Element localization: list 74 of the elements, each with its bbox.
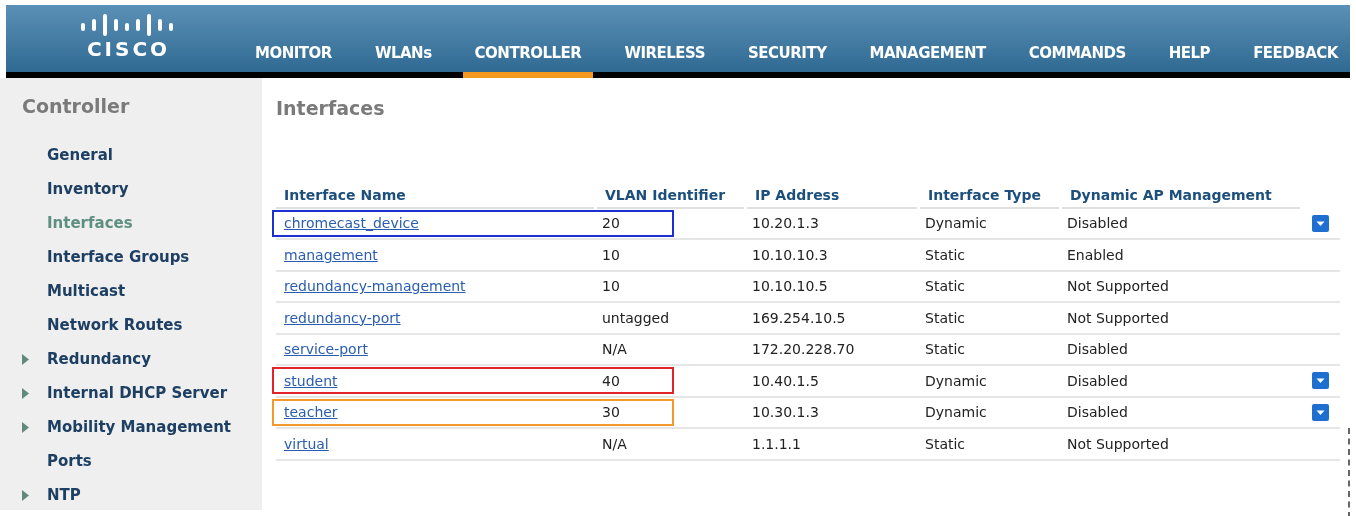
nav-tab[interactable]: HELP (1156, 41, 1223, 78)
expand-arrow-icon[interactable] (22, 422, 29, 433)
table-cell: 169.254.10.5 (752, 309, 846, 326)
column-header: Dynamic AP Management (1070, 185, 1272, 205)
table-cell: Static (925, 435, 966, 452)
interface-link[interactable]: redundancy-management (284, 278, 466, 295)
column-header: VLAN Identifier (605, 185, 726, 205)
nav-tab[interactable]: WLANs (362, 41, 444, 78)
sidebar-item[interactable]: Internal DHCP Server (47, 382, 228, 405)
table-cell: untagged (602, 309, 670, 326)
sidebar-title: Controller (22, 94, 130, 119)
table-cell: 10.10.10.5 (752, 278, 828, 295)
dropdown-icon[interactable] (1311, 214, 1329, 232)
table-cell: Not Supported (1067, 435, 1169, 452)
dropdown-icon[interactable] (1311, 403, 1329, 421)
nav-tab[interactable]: WIRELESS (612, 41, 718, 78)
sidebar-item[interactable]: Network Routes (47, 314, 183, 337)
table-cell: 10 (602, 246, 620, 263)
table-cell: 172.20.228.70 (752, 341, 855, 358)
table-cell: Disabled (1067, 372, 1128, 389)
table-cell: Static (925, 246, 966, 263)
sidebar-item[interactable]: Interface Groups (47, 246, 190, 269)
expand-arrow-icon[interactable] (22, 388, 29, 399)
logo-text: CISCO (86, 39, 171, 59)
column-header: Interface Name (284, 185, 406, 205)
table-cell: Dynamic (925, 372, 987, 389)
page-title: Interfaces (276, 96, 385, 121)
interface-link[interactable]: virtual (284, 435, 329, 452)
nav-tab[interactable]: CONTROLLER (462, 41, 594, 78)
interface-link[interactable]: management (284, 246, 378, 263)
sidebar-item[interactable]: Inventory (47, 178, 129, 201)
nav-tab[interactable]: MONITOR (243, 41, 344, 78)
sidebar-item[interactable]: Redundancy (47, 348, 152, 371)
table-cell: 30 (602, 404, 620, 421)
table-cell: 20 (602, 215, 620, 232)
table-cell: 40 (602, 372, 620, 389)
nav-tab[interactable]: MANAGEMENT (857, 41, 998, 78)
sidebar-item[interactable]: Ports (47, 450, 92, 473)
table-cell: Disabled (1067, 404, 1128, 421)
table-cell: Not Supported (1067, 309, 1169, 326)
table-cell: Disabled (1067, 215, 1128, 232)
interface-link[interactable]: student (284, 372, 338, 389)
table-cell: Disabled (1067, 341, 1128, 358)
table-cell: N/A (602, 341, 627, 358)
nav-tab[interactable]: SECURITY (736, 41, 839, 78)
interface-link[interactable]: teacher (284, 404, 338, 421)
interface-link[interactable]: redundancy-port (284, 309, 401, 326)
expand-arrow-icon[interactable] (22, 354, 29, 365)
column-header: IP Address (755, 185, 840, 205)
interface-link[interactable]: chromecast_device (284, 215, 419, 232)
table-cell: N/A (602, 435, 627, 452)
sidebar-item[interactable]: Mobility Management (47, 416, 231, 439)
table-cell: 10.40.1.5 (752, 372, 819, 389)
table-cell: Enabled (1067, 246, 1124, 263)
expand-arrow-icon[interactable] (22, 490, 29, 501)
interface-link[interactable]: service-port (284, 341, 368, 358)
table-cell: Dynamic (925, 404, 987, 421)
sidebar-item[interactable]: Multicast (47, 280, 126, 303)
table-cell: 10.30.1.3 (752, 404, 819, 421)
nav-tab[interactable]: FEEDBACK (1241, 41, 1350, 78)
table-cell: 10 (602, 278, 620, 295)
table-cell: Static (925, 309, 966, 326)
table-cell: 1.1.1.1 (752, 435, 801, 452)
table-cell: Static (925, 278, 966, 295)
column-header: Interface Type (928, 185, 1041, 205)
table-cell: Dynamic (925, 215, 987, 232)
table-cell: Not Supported (1067, 278, 1169, 295)
table-cell: Static (925, 341, 966, 358)
table-cell: 10.20.1.3 (752, 215, 819, 232)
dropdown-icon[interactable] (1311, 372, 1329, 390)
sidebar-item[interactable]: General (47, 144, 113, 167)
sidebar-item[interactable]: NTP (47, 484, 81, 507)
nav-tab[interactable]: COMMANDS (1016, 41, 1138, 78)
table-cell: 10.10.10.3 (752, 246, 828, 263)
